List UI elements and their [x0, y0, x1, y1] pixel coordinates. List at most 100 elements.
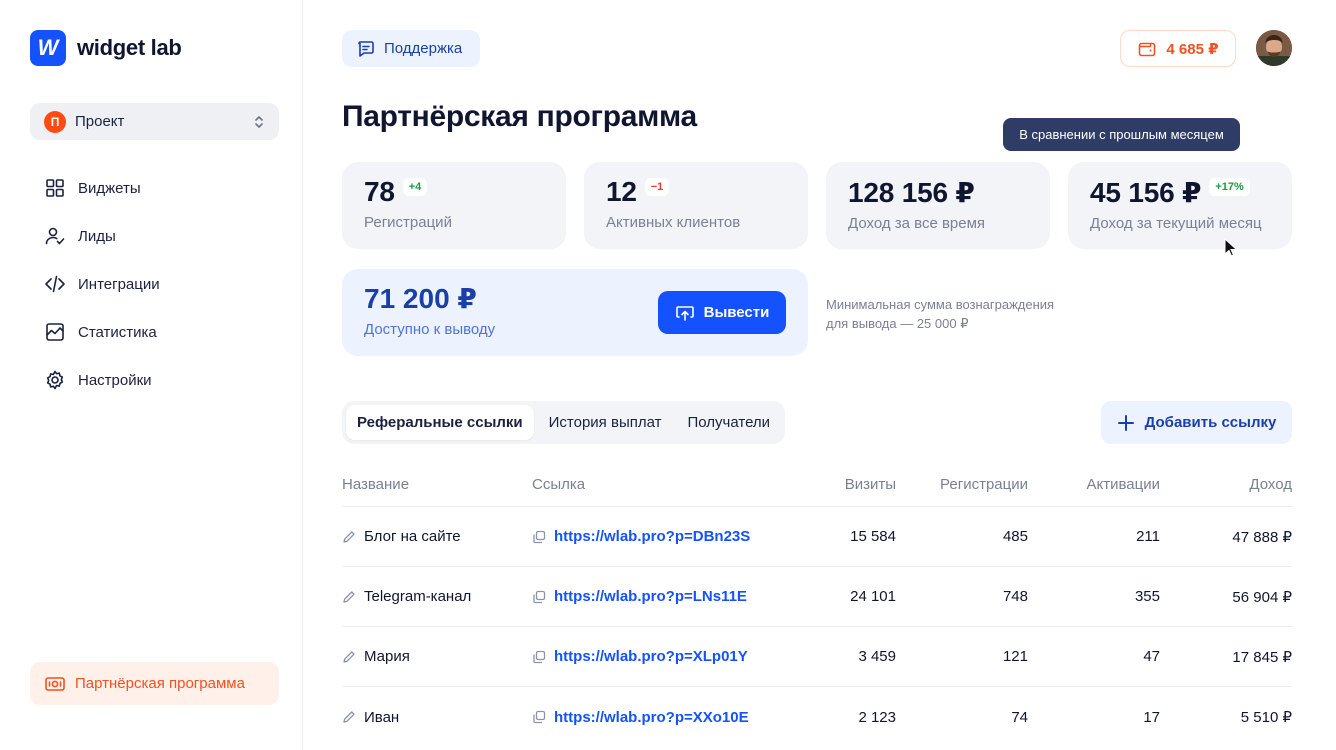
column-header-visits: Визиты	[844, 475, 896, 493]
row-name-text: Блог на сайте	[364, 528, 461, 545]
copy-icon[interactable]	[532, 710, 546, 724]
stat-delta[interactable]: +17%	[1209, 178, 1250, 196]
row-link: https://wlab.pro?p=XLp01Y	[532, 648, 822, 665]
row-activations: 47	[1143, 648, 1160, 665]
wallet-icon	[1139, 42, 1156, 56]
row-link: https://wlab.pro?p=LNs11E	[532, 588, 822, 605]
sidebar-item-label: Настройки	[78, 371, 152, 389]
stat-card-month-income[interactable]: 45 156 ₽ +17% Доход за текущий месяц	[1068, 162, 1292, 249]
copy-icon[interactable]	[532, 530, 546, 544]
row-name: Мария	[342, 648, 532, 665]
pencil-icon[interactable]	[342, 590, 356, 604]
row-activations: 211	[1136, 528, 1160, 545]
sidebar-item-partner-program[interactable]: Партнёрская программа	[30, 662, 279, 705]
user-check-icon	[45, 227, 65, 245]
stat-card-registrations: 78 +4 Регистраций	[342, 162, 566, 249]
sidebar-item-statistics[interactable]: Статистика	[44, 308, 160, 356]
column-header-name: Название	[342, 475, 410, 493]
stat-delta: −1	[644, 178, 670, 196]
referral-link[interactable]: https://wlab.pro?p=LNs11E	[554, 588, 747, 605]
add-link-button[interactable]: Добавить ссылку	[1101, 401, 1292, 444]
withdraw-min-note: Минимальная сумма вознаграждения для выв…	[826, 295, 1086, 333]
pencil-icon[interactable]	[342, 650, 356, 664]
row-income: 56 904 ₽	[1232, 588, 1292, 606]
pencil-icon[interactable]	[342, 710, 356, 724]
tab-referral-links[interactable]: Реферальные ссылки	[346, 405, 534, 440]
sidebar-item-settings[interactable]: Настройки	[44, 356, 160, 404]
stat-delta: +4	[402, 178, 428, 196]
stat-card-total-income: 128 156 ₽ Доход за все время	[826, 162, 1050, 249]
column-header-activations: Активации	[1086, 475, 1160, 493]
stat-card-active-clients: 12 −1 Активных клиентов	[584, 162, 808, 249]
sidebar-item-leads[interactable]: Лиды	[44, 212, 160, 260]
column-header-income: Доход	[1249, 475, 1292, 493]
column-header-registrations: Регистрации	[940, 475, 1028, 493]
withdraw-note-line: Минимальная сумма вознаграждения	[826, 297, 1055, 312]
referral-link[interactable]: https://wlab.pro?p=XXo10E	[554, 709, 749, 726]
row-name-text: Мария	[364, 648, 410, 665]
row-registrations: 485	[1002, 528, 1028, 545]
pencil-icon[interactable]	[342, 530, 356, 544]
table-row: Мария https://wlab.pro?p=XLp01Y 3 459 12…	[342, 627, 1292, 687]
row-link: https://wlab.pro?p=XXo10E	[532, 709, 822, 726]
avatar[interactable]	[1256, 30, 1292, 66]
row-visits: 3 459	[858, 648, 896, 665]
row-name-text: Telegram-канал	[364, 588, 472, 605]
referral-link[interactable]: https://wlab.pro?p=DBn23S	[554, 528, 750, 545]
project-selector[interactable]: П Проект	[30, 103, 279, 140]
stat-value: 45 156 ₽	[1090, 177, 1202, 208]
row-name: Иван	[342, 709, 532, 726]
sidebar-item-label: Виджеты	[78, 179, 141, 197]
copy-icon[interactable]	[532, 650, 546, 664]
row-registrations: 121	[1002, 648, 1028, 665]
column-header-link: Ссылка	[532, 475, 586, 493]
mouse-cursor-icon	[1224, 238, 1238, 257]
sidebar-nav: Виджеты Лиды Интеграции Статистика Настр…	[44, 164, 160, 404]
chart-icon	[46, 323, 64, 341]
stat-label: Регистраций	[364, 214, 452, 231]
stat-value: 78	[364, 176, 395, 207]
support-button[interactable]: Поддержка	[342, 30, 481, 67]
row-income: 5 510 ₽	[1240, 709, 1292, 726]
grid-icon	[46, 179, 64, 197]
plus-icon	[1117, 414, 1134, 431]
withdraw-card: 71 200 ₽ Доступно к выводу Вывести	[342, 269, 808, 356]
logo[interactable]: W widget lab	[30, 30, 182, 66]
copy-icon[interactable]	[532, 590, 546, 604]
tabs: Реферальные ссылки История выплат Получа…	[342, 401, 786, 444]
row-name: Telegram-канал	[342, 588, 532, 605]
balance-button[interactable]: 4 685 ₽	[1120, 30, 1236, 67]
row-income: 17 845 ₽	[1232, 648, 1292, 666]
row-name-text: Иван	[364, 708, 400, 726]
sidebar-item-label: Статистика	[78, 323, 157, 341]
project-badge: П	[44, 110, 66, 133]
withdraw-button[interactable]: Вывести	[658, 291, 786, 334]
sidebar: W widget lab П Проект Виджеты Лиды Интег…	[0, 0, 303, 750]
stat-label: Доход за все время	[848, 215, 986, 232]
logo-text: widget lab	[77, 35, 182, 60]
partner-icon	[45, 676, 65, 691]
tooltip: В сравнении с прошлым месяцем	[1003, 118, 1240, 151]
withdraw-button-label: Вывести	[703, 304, 770, 321]
tab-recipients[interactable]: Получатели	[677, 405, 782, 440]
add-link-label: Добавить ссылку	[1144, 414, 1277, 431]
sidebar-item-widgets[interactable]: Виджеты	[44, 164, 160, 212]
stat-value: 128 156 ₽	[848, 177, 975, 208]
row-visits: 2 123	[858, 708, 896, 726]
table-header: Название Ссылка Визиты Регистрации Актив…	[342, 462, 1292, 507]
gear-icon	[46, 370, 64, 390]
row-activations: 17	[1143, 708, 1160, 726]
row-link: https://wlab.pro?p=DBn23S	[532, 528, 822, 545]
sidebar-item-label: Партнёрская программа	[75, 675, 245, 692]
row-visits: 24 101	[850, 588, 896, 605]
withdraw-note-line: для вывода — 25 000 ₽	[826, 316, 969, 331]
tab-payout-history[interactable]: История выплат	[538, 405, 673, 440]
stat-label: Активных клиентов	[606, 214, 741, 231]
upload-icon	[675, 305, 694, 321]
referral-link[interactable]: https://wlab.pro?p=XLp01Y	[554, 648, 748, 665]
row-activations: 355	[1134, 588, 1160, 605]
stat-label: Доход за текущий месяц	[1090, 215, 1262, 232]
sidebar-item-integrations[interactable]: Интеграции	[44, 260, 160, 308]
project-label: Проект	[75, 113, 125, 130]
table-row: Иван https://wlab.pro?p=XXo10E 2 123 74 …	[342, 687, 1292, 747]
